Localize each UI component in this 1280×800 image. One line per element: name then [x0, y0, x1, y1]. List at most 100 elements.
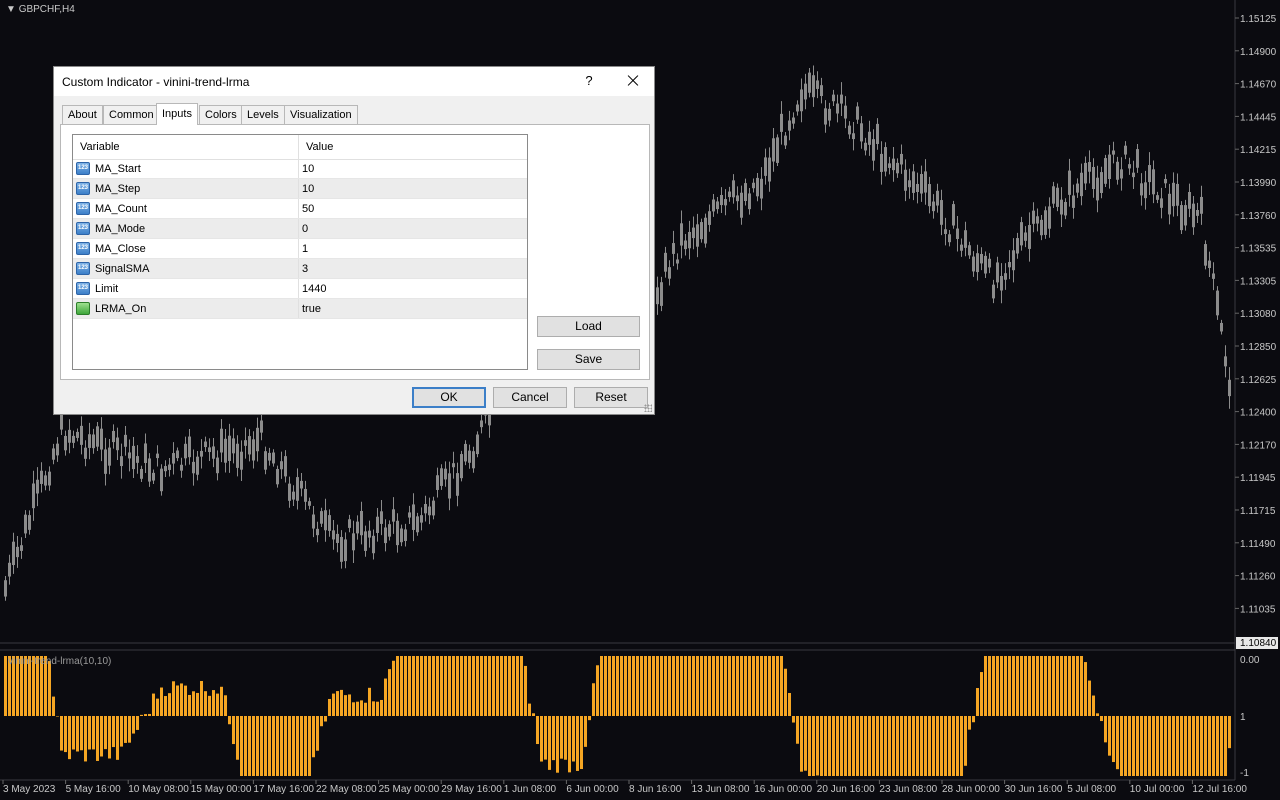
candle-body	[292, 491, 295, 500]
histogram-bar	[576, 716, 579, 771]
close-icon[interactable]	[618, 70, 648, 92]
histogram-bar	[316, 716, 319, 751]
histogram-bar	[1016, 656, 1019, 716]
histogram-bar	[1164, 716, 1167, 776]
reset-button[interactable]: Reset	[574, 387, 648, 408]
histogram-bar	[584, 716, 587, 747]
ok-button[interactable]: OK	[412, 387, 486, 408]
candle-body	[44, 475, 47, 486]
candle-body	[96, 426, 99, 447]
histogram-bar	[420, 656, 423, 716]
candle-body	[936, 190, 939, 206]
histogram-bar	[1180, 716, 1183, 776]
time-tick-label: 10 May 08:00	[128, 784, 189, 795]
candle-body	[152, 472, 155, 481]
tab-visualization[interactable]: Visualization	[284, 105, 358, 124]
tab-inputs[interactable]: Inputs	[156, 103, 198, 125]
help-button[interactable]: ?	[580, 72, 598, 90]
candle-body	[1152, 169, 1155, 195]
candle-body	[92, 434, 95, 449]
tab-about[interactable]: About	[62, 105, 103, 124]
candle-body	[88, 434, 91, 448]
histogram-bar	[220, 686, 223, 716]
input-value[interactable]: 10	[302, 183, 314, 195]
histogram-bar	[416, 656, 419, 716]
candle-body	[1120, 169, 1123, 179]
cancel-button[interactable]: Cancel	[493, 387, 567, 408]
dialog-title-bar[interactable]: Custom Indicator - vinini-trend-lrma ?	[54, 67, 654, 96]
input-value[interactable]: true	[302, 303, 321, 315]
input-value[interactable]: 1440	[302, 283, 326, 295]
histogram-bar	[1020, 656, 1023, 716]
input-value[interactable]: 0	[302, 223, 308, 235]
input-row-lrma-on[interactable]: LRMA_On true	[73, 299, 527, 319]
number-icon: 123	[76, 182, 90, 195]
candle-body	[448, 473, 451, 499]
input-value[interactable]: 50	[302, 203, 314, 215]
input-row-ma-step[interactable]: 123 MA_Step 10	[73, 179, 527, 199]
candle-body	[1136, 149, 1139, 168]
dropdown-triangle-icon[interactable]: ▼	[6, 4, 16, 15]
number-icon: 123	[76, 222, 90, 235]
load-button[interactable]: Load	[537, 316, 640, 337]
candle-body	[1144, 182, 1147, 199]
input-row-ma-close[interactable]: 123 MA_Close 1	[73, 239, 527, 259]
candle-body	[708, 211, 711, 225]
histogram-bar	[1128, 716, 1131, 776]
resize-grip-icon[interactable]	[644, 404, 652, 412]
histogram-bar	[204, 691, 207, 716]
histogram-bar	[1072, 656, 1075, 716]
candle-body	[232, 438, 235, 454]
indicator-name-label: vinini-trend-lrma(10,10)	[8, 656, 112, 667]
histogram-bar	[780, 656, 783, 716]
candle-body	[664, 252, 667, 272]
input-name: LRMA_On	[95, 303, 147, 315]
histogram-bar	[1144, 716, 1147, 776]
candle-body	[808, 72, 811, 93]
price-tick-label: 1.13305	[1240, 276, 1277, 287]
histogram-bar	[556, 716, 559, 773]
price-tick-label: 1.11490	[1240, 539, 1276, 550]
input-row-ma-start[interactable]: 123 MA_Start 10	[73, 159, 527, 179]
input-value[interactable]: 3	[302, 263, 308, 275]
input-row-ma-mode[interactable]: 123 MA_Mode 0	[73, 219, 527, 239]
histogram-bar	[192, 691, 195, 716]
candle-body	[804, 83, 807, 100]
input-value[interactable]: 10	[302, 163, 314, 175]
histogram-bar	[300, 716, 303, 776]
candle-body	[296, 477, 299, 501]
histogram-bar	[124, 716, 127, 743]
candle-body	[436, 475, 439, 490]
histogram-bar	[408, 656, 411, 716]
candle-body	[1188, 192, 1191, 209]
histogram-bar	[932, 716, 935, 776]
candle-body	[1064, 201, 1067, 216]
candle-body	[884, 147, 887, 172]
input-value[interactable]: 1	[302, 243, 308, 255]
price-tick-label: 1.11715	[1240, 506, 1276, 517]
input-row-signalsma[interactable]: 123 SignalSMA 3	[73, 259, 527, 279]
histogram-bar	[380, 699, 383, 716]
candle-body	[852, 133, 855, 140]
tab-common[interactable]: Common	[103, 105, 160, 124]
candle-body	[28, 515, 31, 530]
candle-body	[1148, 165, 1151, 183]
histogram-bar	[1056, 656, 1059, 716]
save-button[interactable]: Save	[537, 349, 640, 370]
candle-body	[1088, 162, 1091, 172]
histogram-bar	[660, 656, 663, 716]
histogram-bar	[664, 656, 667, 716]
column-header-value[interactable]: Value	[306, 141, 333, 153]
input-row-limit[interactable]: 123 Limit 1440	[73, 279, 527, 299]
candle-body	[340, 536, 343, 562]
histogram-bar	[796, 716, 799, 744]
histogram-bar	[1080, 656, 1083, 716]
column-separator	[298, 239, 299, 258]
column-header-variable[interactable]: Variable	[80, 141, 120, 153]
indicator-tick-label: 1	[1240, 712, 1246, 723]
input-row-ma-count[interactable]: 123 MA_Count 50	[73, 199, 527, 219]
tab-levels[interactable]: Levels	[241, 105, 285, 124]
tab-colors[interactable]: Colors	[199, 105, 243, 124]
inputs-grid[interactable]: Variable Value 123 MA_Start 10 123 MA_St…	[72, 134, 528, 370]
candle-body	[1176, 183, 1179, 206]
